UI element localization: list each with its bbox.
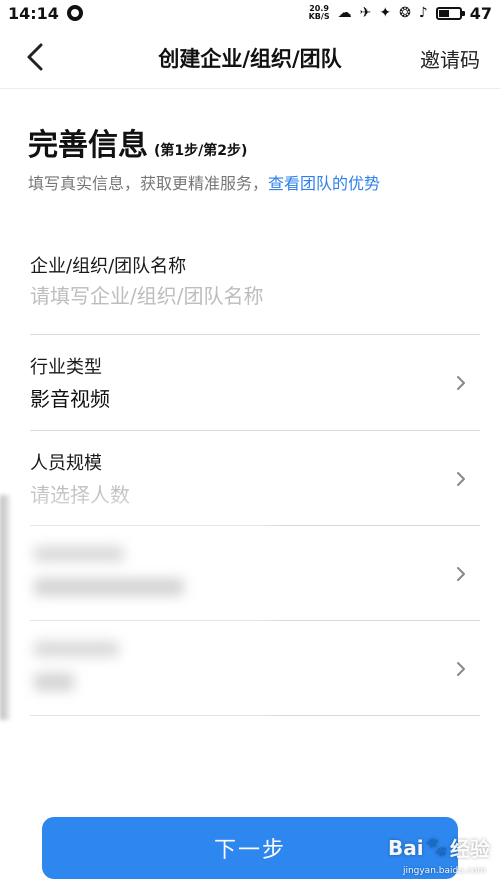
back-button[interactable]	[20, 42, 50, 72]
nav-bar: 创建企业/组织/团队 邀请码	[0, 26, 500, 88]
industry-label: 行业类型	[30, 357, 102, 378]
battery-level: 47	[469, 3, 492, 23]
net-speed: 20.9 KB/S	[309, 5, 330, 21]
subtitle: 填写真实信息，获取更精准服务，查看团队的优势	[28, 170, 380, 194]
nav-divider	[0, 88, 500, 89]
blurred-row-2[interactable]	[30, 621, 480, 716]
status-time: 14:14	[8, 3, 59, 23]
staff-size-label: 人员规模	[30, 453, 102, 474]
chevron-right-icon	[457, 472, 465, 486]
app-notification-icon: ☁	[337, 5, 352, 21]
step-indicator: (第1步/第2步)	[154, 143, 248, 159]
watermark-url: jingyan.baidu.com	[402, 866, 486, 876]
blurred-content	[34, 673, 74, 691]
staff-size-placeholder: 请选择人数	[30, 483, 130, 507]
heading-title: 完善信息	[28, 128, 148, 163]
org-name-row: 企业/组织/团队名称	[30, 240, 480, 335]
net-speed-unit: KB/S	[308, 12, 330, 21]
signal-icon: ✦	[379, 5, 392, 21]
wifi-icon: ❂	[399, 5, 411, 21]
chevron-right-icon	[457, 567, 465, 581]
notification-icon	[66, 5, 83, 21]
chevron-left-icon	[27, 43, 43, 71]
subtitle-text: 填写真实信息，获取更精准服务，	[28, 174, 269, 193]
industry-row[interactable]: 行业类型 影音视频	[30, 335, 480, 431]
left-edge-blur	[0, 495, 10, 720]
org-name-label: 企业/组织/团队名称	[30, 256, 187, 277]
status-right: 20.9 KB/S ☁ ✈ ✦ ❂ ♪ 47	[309, 4, 492, 23]
team-advantages-link[interactable]: 查看团队的优势	[268, 174, 380, 193]
blurred-content	[34, 578, 184, 596]
next-step-button[interactable]: 下一步	[42, 817, 458, 879]
section-heading: 完善信息 (第1步/第2步)	[28, 120, 247, 164]
bird-icon: ✈	[359, 5, 372, 21]
status-bar: 14:14 20.9 KB/S ☁ ✈ ✦ ❂ ♪ 47	[0, 0, 500, 26]
chevron-right-icon	[457, 376, 465, 390]
org-name-input[interactable]	[30, 284, 450, 308]
chevron-right-icon	[457, 662, 465, 676]
music-icon: ♪	[418, 5, 428, 21]
blurred-row-1[interactable]	[30, 526, 480, 621]
blurred-content	[34, 641, 119, 657]
invite-code-button[interactable]: 邀请码	[420, 44, 480, 73]
battery-icon	[435, 6, 465, 20]
battery-fill	[438, 9, 450, 17]
industry-value: 影音视频	[30, 387, 110, 411]
blurred-content	[34, 546, 124, 562]
staff-size-row[interactable]: 人员规模 请选择人数	[30, 431, 480, 526]
